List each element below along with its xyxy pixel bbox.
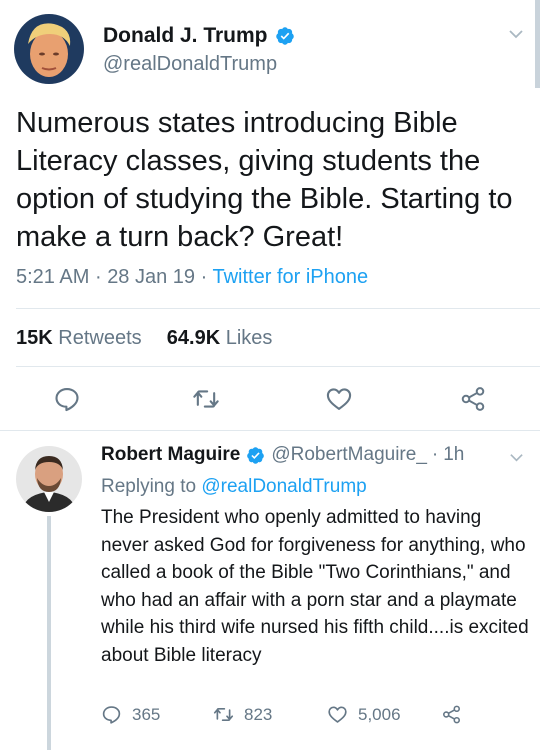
reply-text: The President who openly admitted to hav… [101, 507, 529, 666]
retweet-icon [213, 707, 234, 722]
retweet-button[interactable]: 823 [213, 704, 272, 725]
replying-to-link[interactable]: @realDonaldTrump [201, 476, 366, 497]
avatar[interactable] [16, 446, 82, 512]
chevron-down-icon[interactable] [509, 450, 524, 465]
header-separator: · [431, 444, 439, 465]
reply-icon[interactable] [53, 385, 81, 413]
divider [16, 308, 540, 309]
reply-button[interactable]: 365 [101, 704, 160, 725]
replying-prefix: Replying to [101, 476, 197, 497]
share-button[interactable] [441, 704, 472, 725]
retweets-count[interactable]: 15K [16, 327, 53, 349]
avatar[interactable] [14, 14, 84, 84]
verified-badge-icon [247, 446, 265, 464]
tweet-actions [0, 385, 540, 415]
share-icon [443, 705, 460, 724]
tweet-date: 28 Jan 19 [107, 266, 196, 288]
tweet-source[interactable]: Twitter for iPhone [212, 266, 368, 288]
like-button[interactable]: 5,006 [327, 704, 401, 725]
author-handle[interactable]: @realDonaldTrump [103, 53, 277, 76]
verified-badge-icon [275, 27, 294, 45]
reply-count: 365 [132, 704, 161, 724]
meta-separator: · [94, 266, 102, 288]
reply-age: 1h [443, 444, 465, 465]
reply-tweet[interactable]: Robert Maguire @RobertMaguire_ · 1h Repl… [0, 432, 540, 750]
like-icon[interactable] [325, 385, 353, 413]
likes-label[interactable]: Likes [226, 327, 273, 349]
retweet-icon[interactable] [192, 385, 220, 413]
reply-author-name[interactable]: Robert Maguire [101, 444, 240, 466]
likes-count[interactable]: 64.9K [167, 327, 220, 349]
reply-icon [102, 706, 121, 724]
author-name[interactable]: Donald J. Trump [103, 24, 268, 48]
tweet-time: 5:21 AM [16, 266, 90, 288]
tweet-text: Numerous states introducing Bible Litera… [16, 107, 513, 253]
like-icon [328, 706, 347, 723]
meta-separator: · [200, 266, 208, 288]
retweet-count: 823 [244, 704, 273, 724]
replying-to: Replying to @realDonaldTrump [101, 476, 367, 498]
scrollbar-thumb[interactable] [535, 0, 540, 88]
share-icon[interactable] [459, 385, 487, 413]
tweet-meta: 5:21 AM · 28 Jan 19 · Twitter for iPhone [16, 266, 368, 289]
retweets-label[interactable]: Retweets [58, 327, 141, 349]
reply-actions: 365 823 5,006 [101, 704, 531, 728]
reply-author-handle[interactable]: @RobertMaguire_ [271, 444, 427, 466]
tweet-stats: 15K Retweets 64.9K Likes [16, 327, 272, 350]
thread-line [47, 516, 51, 750]
reply-header: Robert Maguire @RobertMaguire_ · 1h [101, 444, 464, 466]
chevron-down-icon[interactable] [508, 26, 524, 42]
divider [16, 366, 540, 367]
divider [0, 430, 540, 431]
like-count: 5,006 [358, 704, 401, 724]
